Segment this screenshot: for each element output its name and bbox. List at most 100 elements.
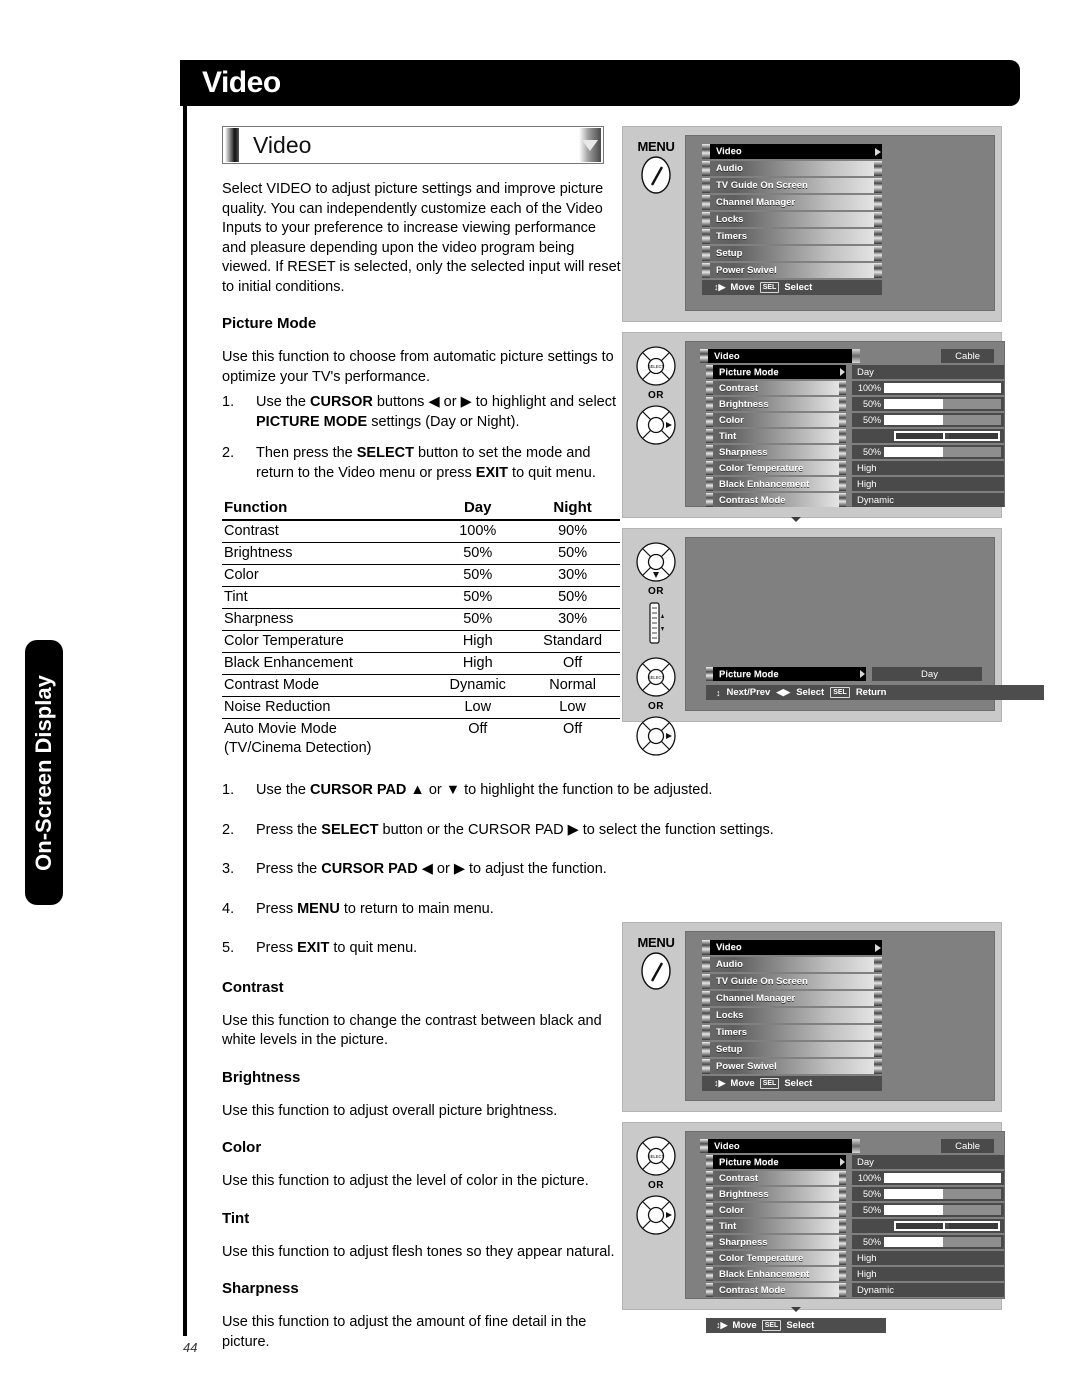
osd-setting-value[interactable]: 50%: [852, 413, 1004, 427]
osd-menu-item[interactable]: Timers: [702, 229, 882, 244]
osd-setting-value[interactable]: High: [852, 1267, 1004, 1281]
osd-menu-item[interactable]: Setup: [702, 1042, 882, 1057]
step-number: 5.: [222, 940, 235, 956]
footer-return-label: Return: [855, 687, 887, 698]
osd-menu-item[interactable]: Channel Manager: [702, 195, 882, 210]
osd-menu-item[interactable]: Setup: [702, 246, 882, 261]
osd-setting-gauge[interactable]: [884, 415, 1001, 425]
osd-setting-row[interactable]: Color Temperature: [706, 1251, 846, 1265]
osd-setting-tint-gauge[interactable]: [894, 431, 1000, 441]
osd-main-menu-list-2[interactable]: Video Audio TV Guide On Screen Channel Mana…: [686, 932, 994, 1074]
osd-setting-value[interactable]: Day: [852, 365, 1004, 379]
osd-menu-item[interactable]: Audio: [702, 161, 882, 176]
osd-setting-gauge[interactable]: [884, 1189, 1001, 1199]
osd-menu-item-label: Locks: [716, 1010, 744, 1021]
osd-menu-item[interactable]: Power Swivel: [702, 263, 882, 278]
move-arrows-icon: ↕▶: [714, 282, 726, 292]
osd-setting-value[interactable]: Dynamic: [852, 1283, 1004, 1297]
osd-setting-row[interactable]: Tint: [706, 1219, 846, 1233]
osd-settings-values[interactable]: Day 100% 50% 50% 50% High High Dynamic: [852, 365, 1004, 509]
footer-move-label-3: Move: [730, 1078, 755, 1089]
osd-setting-label: Black Enhancement: [719, 1268, 810, 1280]
osd-setting-value[interactable]: [852, 1219, 1004, 1233]
osd-setting-row[interactable]: Color Temperature: [706, 461, 846, 475]
osd-setting-row[interactable]: Color: [706, 1203, 846, 1217]
table-header-day: Day: [430, 497, 524, 521]
osd-setting-row[interactable]: Sharpness: [706, 445, 846, 459]
osd-setting-row[interactable]: Contrast Mode: [706, 493, 846, 507]
osd-setting-gauge[interactable]: [884, 1237, 1001, 1247]
osd-menu-item-label: Video: [716, 146, 742, 157]
osd-setting-value[interactable]: 50%: [852, 445, 1004, 459]
or-label-2: OR: [648, 586, 664, 597]
osd-setting-value[interactable]: Day: [852, 1155, 1004, 1169]
osd-setting-label: Sharpness: [719, 1236, 768, 1248]
osd-panel-picture-mode: OR SELECT OR Picture Mode Day ↕ Next/Pre…: [622, 528, 1044, 756]
step-number: 2.: [222, 445, 235, 461]
osd-footer-3: ↕ Next/Prev ◀▶ Select SEL Return: [706, 685, 1044, 700]
osd-row-picture-mode[interactable]: Picture Mode: [706, 667, 866, 681]
osd-setting-value[interactable]: 50%: [852, 397, 1004, 411]
osd-setting-row[interactable]: Tint: [706, 429, 846, 443]
osd-setting-value[interactable]: High: [852, 461, 1004, 475]
osd-setting-row[interactable]: Contrast Mode: [706, 1283, 846, 1297]
osd-row-picture-mode-value-box[interactable]: Day: [872, 667, 982, 681]
osd-setting-value[interactable]: High: [852, 477, 1004, 491]
osd-setting-value[interactable]: 50%: [852, 1203, 1004, 1217]
osd-setting-row[interactable]: Brightness: [706, 1187, 846, 1201]
osd-setting-gauge[interactable]: [884, 1205, 1001, 1215]
osd-menu-item[interactable]: Locks: [702, 212, 882, 227]
osd-menu-item[interactable]: Video: [702, 144, 882, 159]
osd-setting-label: Color: [719, 1204, 744, 1216]
osd-setting-value[interactable]: Dynamic: [852, 493, 1004, 507]
slider-updown-icon: [649, 602, 664, 644]
definition-text: Use this function to adjust the amount o…: [222, 1314, 587, 1350]
osd-setting-value[interactable]: [852, 429, 1004, 443]
osd-setting-value[interactable]: High: [852, 1251, 1004, 1265]
osd-setting-row[interactable]: Picture Mode: [706, 365, 846, 379]
osd-menu-item[interactable]: Audio: [702, 957, 882, 972]
osd-setting-row[interactable]: Brightness: [706, 397, 846, 411]
osd-menu-item[interactable]: Timers: [702, 1025, 882, 1040]
osd-setting-row[interactable]: Contrast: [706, 1171, 846, 1185]
osd-screen-5: Video Cable Picture Mode Contrast Brightne…: [685, 1131, 1005, 1333]
cursor-pad-right-icon-3: [636, 1195, 676, 1235]
osd-menu-item[interactable]: Video: [702, 940, 882, 955]
banner-title: Video: [202, 66, 281, 99]
menu-button-label: MENU: [637, 139, 675, 154]
step-item: 3. Press the CURSOR PAD ◀ or ▶ to adjust …: [222, 860, 822, 880]
osd-setting-row[interactable]: Black Enhancement: [706, 477, 846, 491]
osd-setting-value[interactable]: 100%: [852, 381, 1004, 395]
osd-setting-value[interactable]: 100%: [852, 1171, 1004, 1185]
osd-settings-body-2: Picture Mode Contrast Brightness Color Tint S…: [686, 1153, 1004, 1299]
osd-setting-row[interactable]: Sharpness: [706, 1235, 846, 1249]
osd-settings-values-2[interactable]: Day 100% 50% 50% 50% High High Dynamic: [852, 1155, 1004, 1299]
osd-setting-gauge[interactable]: [884, 1173, 1001, 1183]
osd-menu-item[interactable]: Power Swivel: [702, 1059, 882, 1074]
osd-setting-label: Picture Mode: [719, 1156, 779, 1168]
osd-setting-value[interactable]: 50%: [852, 1235, 1004, 1249]
osd-screen-4: Video Audio TV Guide On Screen Channel Mana…: [685, 931, 995, 1101]
osd-setting-value[interactable]: 50%: [852, 1187, 1004, 1201]
osd-menu-item[interactable]: Locks: [702, 1008, 882, 1023]
scroll-down-caret-icon: [706, 509, 886, 527]
osd-setting-row[interactable]: Black Enhancement: [706, 1267, 846, 1281]
triangle-down-icon[interactable]: [579, 128, 601, 162]
osd-setting-gauge[interactable]: [884, 447, 1001, 457]
osd-menu-item[interactable]: Channel Manager: [702, 991, 882, 1006]
osd-setting-gauge[interactable]: [884, 399, 1001, 409]
osd-settings-labels[interactable]: Picture Mode Contrast Brightness Color Tint S…: [706, 365, 846, 509]
table-row: Color 50% 30%: [222, 564, 620, 587]
osd-setting-row[interactable]: Picture Mode: [706, 1155, 846, 1169]
osd-menu-item[interactable]: TV Guide On Screen: [702, 974, 882, 989]
osd-main-menu-list[interactable]: Video Audio TV Guide On Screen Channel Mana…: [686, 136, 994, 278]
osd-settings-labels-2[interactable]: Picture Mode Contrast Brightness Color Tint S…: [706, 1155, 846, 1299]
osd-menu-item[interactable]: TV Guide On Screen: [702, 178, 882, 193]
osd-setting-label: Tint: [719, 1220, 737, 1232]
osd-setting-tint-gauge[interactable]: [894, 1221, 1000, 1231]
osd-setting-row[interactable]: Color: [706, 413, 846, 427]
osd-setting-value-text: Dynamic: [857, 1284, 894, 1296]
osd-setting-row[interactable]: Contrast: [706, 381, 846, 395]
osd-setting-gauge[interactable]: [884, 383, 1001, 393]
table-row: Brightness 50% 50%: [222, 542, 620, 565]
